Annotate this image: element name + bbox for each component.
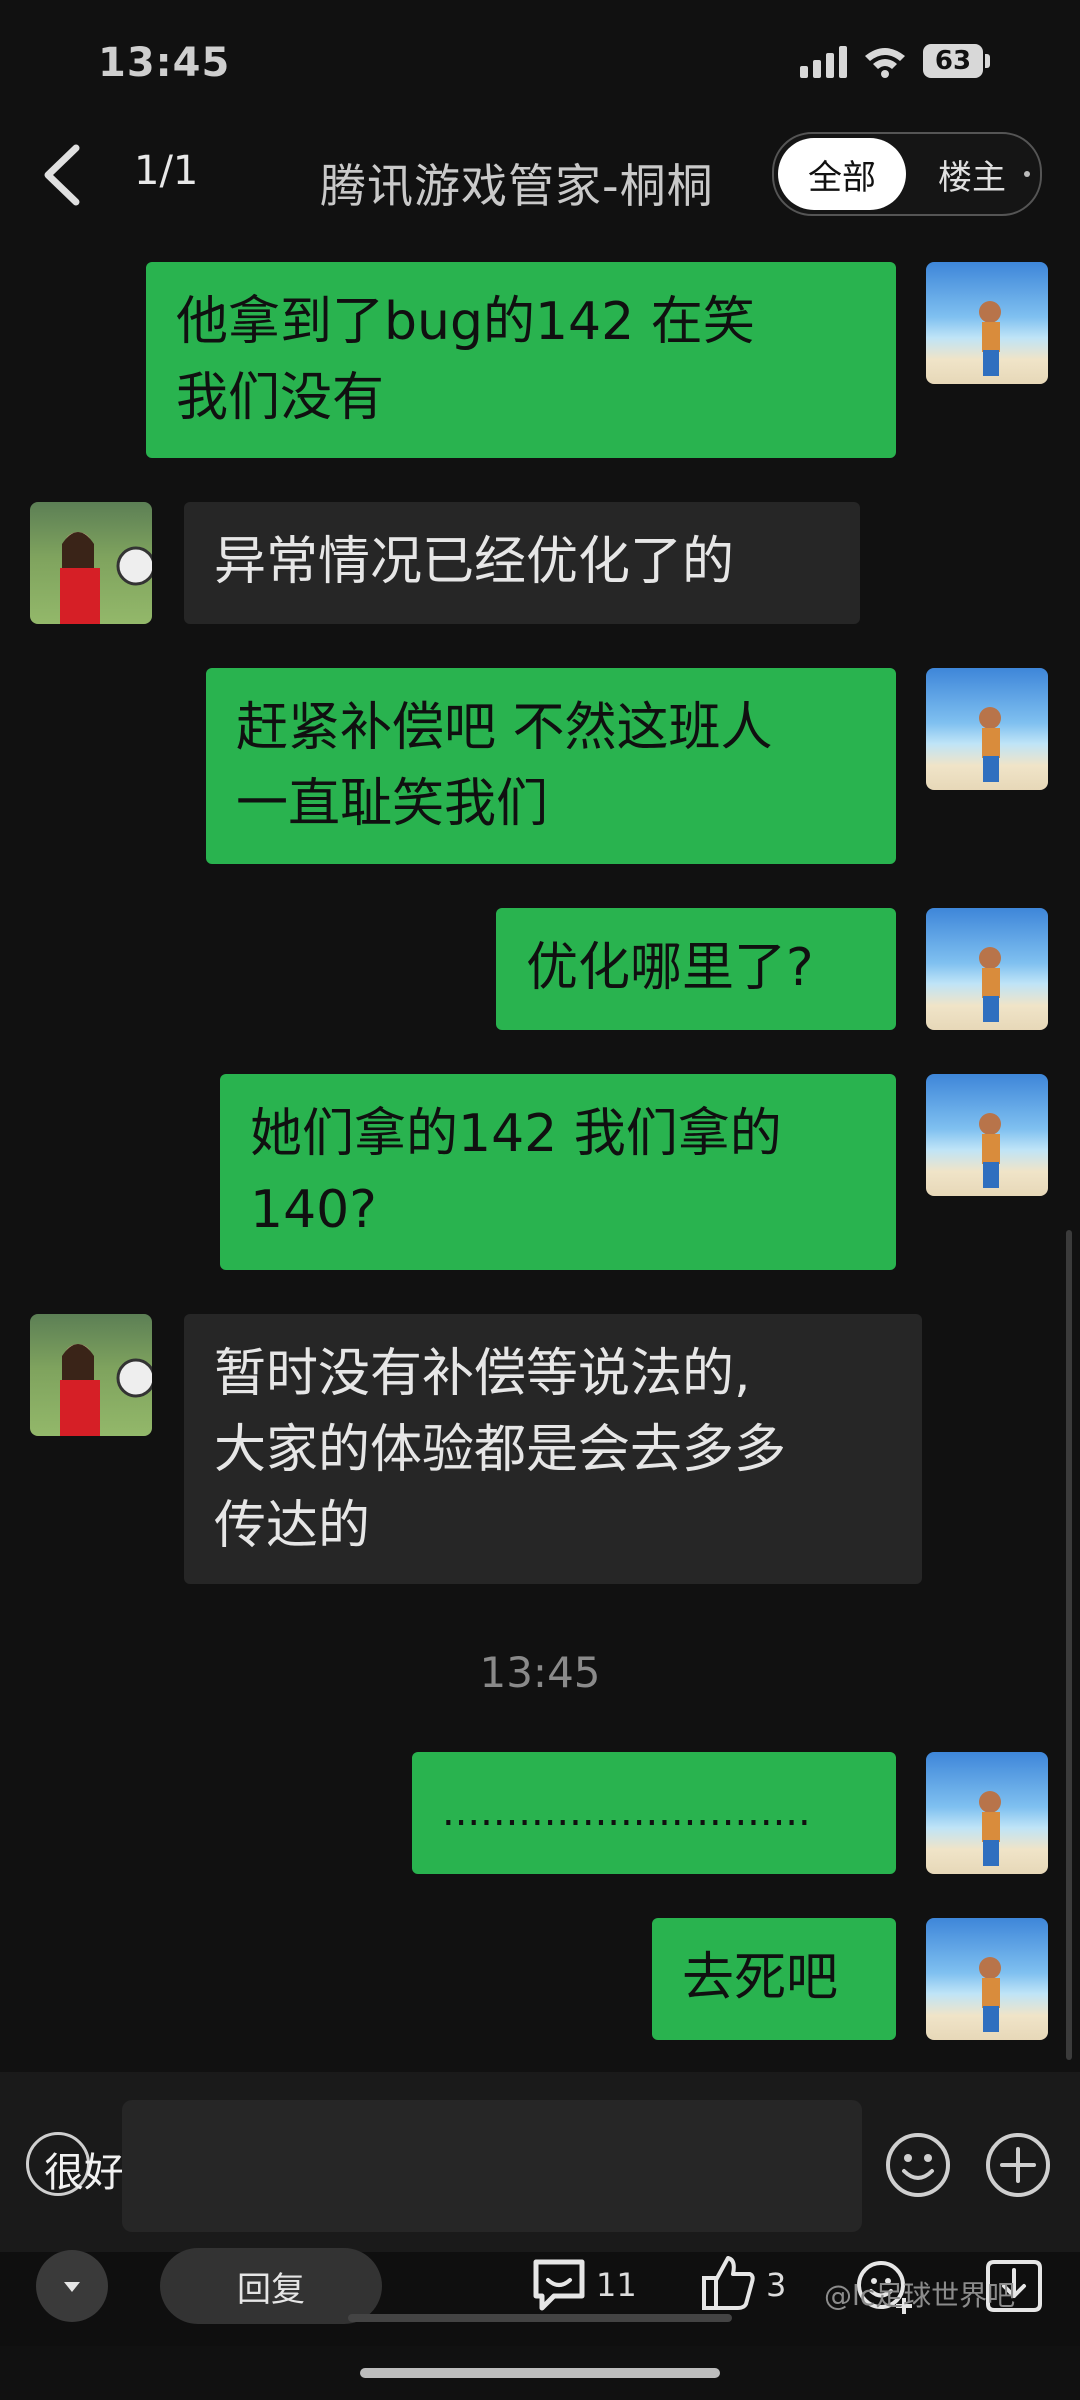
- status-icons: 63: [800, 44, 990, 78]
- message-bubble-sent[interactable]: 优化哪里了?: [496, 908, 896, 1030]
- page-indicator: 1/1: [134, 148, 199, 194]
- message-line: 去死吧: [682, 1948, 839, 2008]
- message-bubble-sent[interactable]: 他拿到了bug的142 在笑 我们没有: [146, 262, 896, 458]
- chat-title: 腾讯游戏管家-桐桐: [320, 159, 714, 213]
- message-bubble-sent[interactable]: 去死吧: [652, 1918, 896, 2040]
- message-line: 赶紧补偿吧 不然这班人: [236, 698, 773, 758]
- message-input[interactable]: [122, 2100, 862, 2232]
- message-line: 他拿到了bug的142 在笑: [176, 292, 755, 352]
- my-avatar[interactable]: [926, 262, 1048, 384]
- my-avatar[interactable]: [926, 668, 1048, 790]
- other-avatar[interactable]: [30, 1314, 152, 1436]
- message-bubble-sent[interactable]: 赶紧补偿吧 不然这班人 一直耻笑我们: [206, 668, 896, 864]
- message-line: 一直耻笑我们: [236, 774, 549, 834]
- like-count: 3: [766, 2266, 787, 2304]
- my-avatar[interactable]: [926, 1074, 1048, 1196]
- dot-icon: [1024, 171, 1030, 177]
- time-divider: 13:45: [479, 1648, 601, 1697]
- message-line: 大家的体验都是会去多多: [214, 1420, 787, 1480]
- add-button[interactable]: [984, 2131, 1052, 2199]
- my-avatar[interactable]: [926, 1918, 1048, 2040]
- message-line: 我们没有: [176, 368, 385, 428]
- message-line: 优化哪里了?: [526, 938, 814, 998]
- thumbs-up-icon[interactable]: [700, 2254, 756, 2312]
- plus-icon: [986, 2133, 1050, 2197]
- message-bubble-received[interactable]: 暂时没有补偿等说法的, 大家的体验都是会去多多 传达的: [184, 1314, 922, 1584]
- tab-all[interactable]: 全部: [778, 138, 906, 210]
- message-bubble-sent[interactable]: 她们拿的142 我们拿的 140?: [220, 1074, 896, 1270]
- comment-icon[interactable]: [530, 2256, 588, 2314]
- message-line: 她们拿的142 我们拿的: [250, 1104, 782, 1164]
- battery-level: 63: [923, 44, 983, 78]
- message-bubble-sent[interactable]: .............................: [412, 1752, 896, 1874]
- signal-icon: [800, 44, 847, 78]
- collapse-button[interactable]: [36, 2250, 108, 2322]
- message-line: 传达的: [214, 1496, 371, 1556]
- other-avatar[interactable]: [30, 502, 152, 624]
- scrollbar[interactable]: [1066, 1230, 1072, 2060]
- status-time: 13:45: [98, 40, 231, 86]
- hint-text[interactable]: 很好: [44, 2140, 124, 2198]
- emoji-button[interactable]: [884, 2131, 952, 2199]
- message-line: 暂时没有补偿等说法的,: [214, 1344, 751, 1404]
- my-avatar[interactable]: [926, 1752, 1048, 1874]
- watermark-text: @lc足球世界吧: [824, 2279, 1016, 2312]
- smiley-icon: [886, 2133, 950, 2197]
- chevron-left-icon: [44, 144, 80, 206]
- reply-button[interactable]: 回复: [160, 2248, 382, 2324]
- home-indicator[interactable]: [360, 2368, 720, 2378]
- back-button[interactable]: [36, 140, 96, 210]
- message-line: .............................: [442, 1789, 811, 1835]
- wifi-icon: [865, 48, 905, 78]
- filter-toggle[interactable]: 全部 楼主: [772, 132, 1042, 216]
- message-bubble-received[interactable]: 异常情况已经优化了的: [184, 502, 860, 624]
- triangle-down-icon: [64, 2282, 80, 2292]
- message-line: 140?: [250, 1180, 377, 1240]
- my-avatar[interactable]: [926, 908, 1048, 1030]
- scroll-indicator: [348, 2314, 732, 2322]
- battery-icon: 63: [923, 44, 990, 78]
- tab-owner[interactable]: 楼主: [912, 138, 1032, 210]
- message-line: 异常情况已经优化了的: [214, 532, 735, 592]
- comment-count: 11: [596, 2266, 637, 2304]
